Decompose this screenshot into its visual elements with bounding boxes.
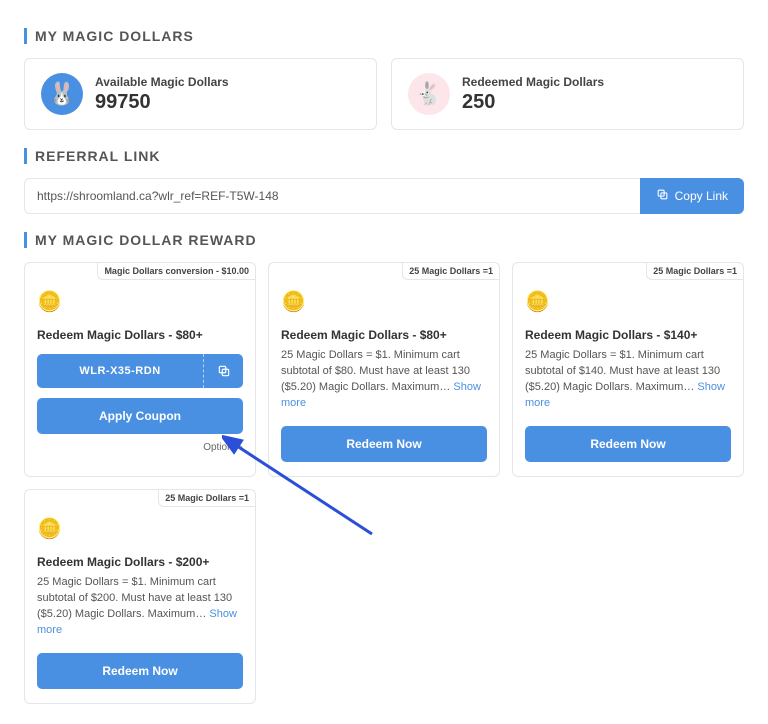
reward-card-coupon: Magic Dollars conversion - $10.00 🪙 Rede…: [24, 262, 256, 477]
copy-link-button[interactable]: Copy Link: [640, 178, 744, 214]
available-card: 🐰 Available Magic Dollars 99750: [24, 58, 377, 130]
redeem-now-button[interactable]: Redeem Now: [281, 426, 487, 462]
section-title-referral: REFERRAL LINK: [24, 148, 744, 164]
coin-icon: 🪙: [37, 289, 243, 314]
copy-icon: [656, 188, 669, 204]
bunny-pink-icon: 🐇: [408, 73, 450, 115]
rewards-grid: Magic Dollars conversion - $10.00 🪙 Rede…: [24, 262, 744, 704]
chevron-right-icon: ›: [240, 442, 243, 453]
reward-title: Redeem Magic Dollars - $80+: [37, 328, 243, 342]
reward-desc: 25 Magic Dollars = $1. Minimum cart subt…: [37, 575, 243, 639]
reward-tag: 25 Magic Dollars =1: [158, 490, 255, 507]
coin-icon: 🪙: [525, 289, 731, 314]
reward-card: 25 Magic Dollars =1 🪙 Redeem Magic Dolla…: [512, 262, 744, 477]
options-toggle[interactable]: Options ›: [37, 442, 243, 453]
reward-title: Redeem Magic Dollars - $80+: [281, 328, 487, 342]
reward-card: 25 Magic Dollars =1 🪙 Redeem Magic Dolla…: [268, 262, 500, 477]
reward-title: Redeem Magic Dollars - $200+: [37, 555, 243, 569]
section-title-magic-dollars: MY MAGIC DOLLARS: [24, 28, 744, 44]
reward-title: Redeem Magic Dollars - $140+: [525, 328, 731, 342]
coupon-copy-button[interactable]: [203, 354, 243, 388]
apply-coupon-button[interactable]: Apply Coupon: [37, 398, 243, 434]
available-label: Available Magic Dollars: [95, 75, 229, 89]
referral-row: Copy Link: [24, 178, 744, 214]
reward-desc: 25 Magic Dollars = $1. Minimum cart subt…: [281, 348, 487, 412]
copy-link-label: Copy Link: [675, 189, 728, 203]
bunny-blue-icon: 🐰: [41, 73, 83, 115]
coupon-code: WLR-X35-RDN: [37, 365, 203, 377]
section-title-reward: MY MAGIC DOLLAR REWARD: [24, 232, 744, 248]
coupon-pill: WLR-X35-RDN: [37, 354, 243, 388]
redeem-now-button[interactable]: Redeem Now: [37, 653, 243, 689]
redeemed-card: 🐇 Redeemed Magic Dollars 250: [391, 58, 744, 130]
available-value: 99750: [95, 91, 229, 114]
summary-row: 🐰 Available Magic Dollars 99750 🐇 Redeem…: [24, 58, 744, 130]
reward-card: 25 Magic Dollars =1 🪙 Redeem Magic Dolla…: [24, 489, 256, 704]
reward-tag: Magic Dollars conversion - $10.00: [97, 263, 255, 280]
referral-url-input[interactable]: [24, 178, 640, 214]
reward-desc: 25 Magic Dollars = $1. Minimum cart subt…: [525, 348, 731, 412]
redeemed-value: 250: [462, 91, 604, 114]
reward-tag: 25 Magic Dollars =1: [402, 263, 499, 280]
options-label: Options: [203, 442, 237, 453]
coin-icon: 🪙: [37, 516, 243, 541]
reward-tag: 25 Magic Dollars =1: [646, 263, 743, 280]
redeem-now-button[interactable]: Redeem Now: [525, 426, 731, 462]
redeemed-label: Redeemed Magic Dollars: [462, 75, 604, 89]
coin-icon: 🪙: [281, 289, 487, 314]
